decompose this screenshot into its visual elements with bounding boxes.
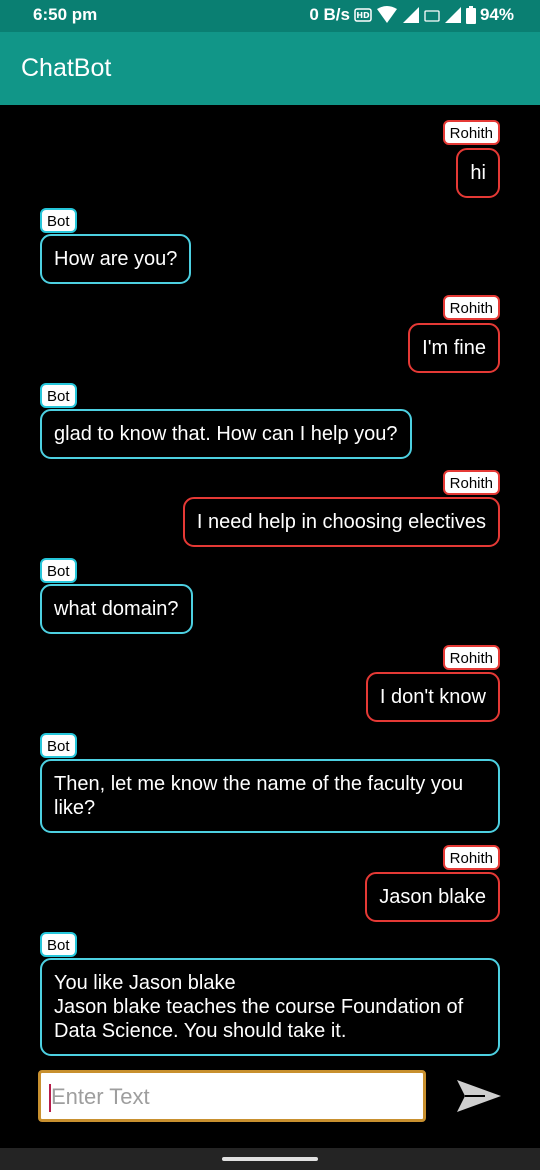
- wifi-icon: [376, 6, 397, 23]
- sender-tag: Bot: [40, 932, 77, 957]
- user-message-bubble: I don't know: [365, 672, 500, 722]
- bot-message-bubble: what domain?: [40, 584, 193, 634]
- navigation-bar: [0, 1148, 540, 1170]
- status-icons: 0 B/s HD 94%: [309, 5, 514, 25]
- user-message-bubble: hi: [456, 148, 500, 198]
- net-speed: 0 B/s: [309, 5, 350, 24]
- user-message-bubble: I need help in choosing electives: [182, 497, 500, 547]
- home-gesture-handle[interactable]: [222, 1157, 318, 1161]
- sender-tag: Bot: [40, 558, 77, 583]
- volte-icon: [424, 10, 440, 22]
- sender-tag: Bot: [40, 733, 77, 758]
- hd-icon: HD: [354, 8, 372, 22]
- message-input-box[interactable]: [38, 1070, 426, 1122]
- bot-message-bubble: glad to know that. How can I help you?: [40, 409, 412, 459]
- text-cursor: [49, 1084, 51, 1112]
- sender-tag: Rohith: [442, 120, 500, 145]
- signal-icon: [402, 7, 419, 23]
- status-bar: 6:50 pm 0 B/s HD 94%: [0, 0, 540, 32]
- svg-text:HD: HD: [356, 11, 370, 20]
- send-icon[interactable]: [455, 1078, 503, 1114]
- message-input[interactable]: [49, 1081, 413, 1113]
- sender-tag: Rohith: [442, 295, 500, 320]
- sender-tag: Rohith: [442, 645, 500, 670]
- sender-tag: Rohith: [442, 470, 500, 495]
- app-bar: ChatBot: [0, 32, 540, 105]
- chat-list[interactable]: Rohith hi Bot How are you? Rohith I'm fi…: [0, 105, 540, 1060]
- bot-message-bubble: Then, let me know the name of the facult…: [40, 759, 500, 833]
- battery-level: 94%: [479, 5, 514, 24]
- sender-tag: Rohith: [442, 845, 500, 870]
- signal2-icon: [444, 7, 461, 23]
- user-message-bubble: Jason blake: [365, 872, 500, 922]
- user-message-bubble: I'm fine: [408, 323, 500, 373]
- bot-message-bubble: You like Jason blake Jason blake teaches…: [40, 958, 500, 1056]
- battery-icon: [465, 6, 476, 24]
- status-time: 6:50 pm: [33, 5, 98, 24]
- app-title: ChatBot: [21, 54, 112, 82]
- bot-message-bubble: How are you?: [40, 234, 192, 284]
- sender-tag: Bot: [40, 208, 77, 233]
- sender-tag: Bot: [40, 383, 77, 408]
